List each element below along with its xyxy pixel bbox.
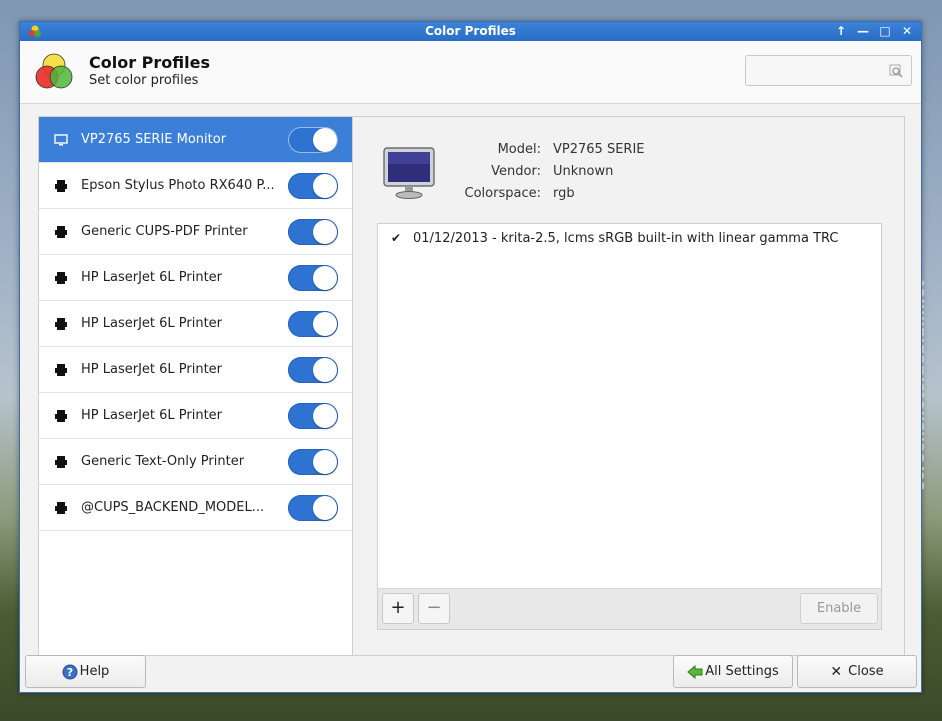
back-arrow-icon bbox=[687, 664, 703, 679]
monitor-device-icon bbox=[383, 147, 435, 199]
toggle-knob bbox=[313, 403, 337, 428]
device-toggle[interactable] bbox=[288, 494, 338, 521]
toggle-knob bbox=[313, 127, 337, 152]
window-title: Color Profiles bbox=[425, 24, 516, 38]
printer-icon bbox=[55, 225, 67, 238]
device-toggle[interactable] bbox=[288, 126, 338, 153]
toggle-knob bbox=[313, 219, 337, 244]
device-row[interactable]: HP LaserJet 6L Printer bbox=[39, 347, 352, 393]
printer-icon bbox=[55, 271, 67, 284]
help-label: Help bbox=[79, 664, 110, 679]
close-label: Close bbox=[848, 664, 884, 679]
printer-icon bbox=[55, 455, 67, 468]
device-label: Epson Stylus Photo RX640 P... bbox=[81, 178, 275, 193]
all-settings-button[interactable]: All Settings bbox=[673, 655, 793, 688]
toggle-knob bbox=[313, 173, 337, 198]
printer-icon bbox=[55, 363, 67, 376]
device-properties: Model: VP2765 SERIE Vendor: Unknown Colo… bbox=[448, 142, 645, 208]
printer-icon bbox=[55, 179, 67, 192]
main-content: VP2765 SERIE Monitor Epson Stylus Photo … bbox=[38, 116, 905, 656]
remove-profile-button[interactable]: − bbox=[418, 593, 450, 624]
all-settings-label: All Settings bbox=[705, 664, 779, 679]
device-detail-panel: Model: VP2765 SERIE Vendor: Unknown Colo… bbox=[353, 117, 904, 655]
device-row[interactable]: @CUPS_BACKEND_MODEL... bbox=[39, 485, 352, 531]
device-toggle[interactable] bbox=[288, 218, 338, 245]
toggle-knob bbox=[313, 449, 337, 474]
device-toggle[interactable] bbox=[288, 356, 338, 383]
check-icon: ✔ bbox=[391, 231, 402, 245]
device-label: HP LaserJet 6L Printer bbox=[81, 316, 223, 331]
vendor-value: Unknown bbox=[553, 164, 614, 179]
enable-button[interactable]: Enable bbox=[800, 593, 878, 624]
profile-label: 01/12/2013 - krita-2.5, lcms sRGB built-… bbox=[413, 230, 839, 246]
search-icon bbox=[889, 64, 903, 78]
device-toggle[interactable] bbox=[288, 172, 338, 199]
colorspace-label: Colorspace: bbox=[464, 186, 541, 201]
vendor-label: Vendor: bbox=[491, 164, 541, 179]
device-row[interactable]: Generic CUPS-PDF Printer bbox=[39, 209, 352, 255]
maximize-button[interactable]: □ bbox=[875, 23, 895, 40]
device-toggle[interactable] bbox=[288, 448, 338, 475]
toggle-knob bbox=[313, 495, 337, 520]
device-label: Generic CUPS-PDF Printer bbox=[81, 224, 248, 239]
title-bar[interactable]: Color Profiles ↑ — □ ✕ bbox=[20, 22, 921, 41]
device-row[interactable]: Generic Text-Only Printer bbox=[39, 439, 352, 485]
color-profiles-logo-icon bbox=[35, 53, 73, 89]
device-label: @CUPS_BACKEND_MODEL... bbox=[81, 500, 265, 515]
profile-row[interactable]: ✔ 01/12/2013 - krita-2.5, lcms sRGB buil… bbox=[378, 224, 881, 252]
header-subtitle: Set color profiles bbox=[89, 73, 199, 88]
device-row[interactable]: Epson Stylus Photo RX640 P... bbox=[39, 163, 352, 209]
device-toggle[interactable] bbox=[288, 402, 338, 429]
color-profiles-window: Color Profiles ↑ — □ ✕ Color Profiles Se… bbox=[19, 21, 922, 693]
close-button[interactable]: ✕ Close bbox=[797, 655, 917, 688]
header-title: Color Profiles bbox=[89, 53, 210, 72]
search-input[interactable] bbox=[752, 56, 886, 86]
device-row[interactable]: HP LaserJet 6L Printer bbox=[39, 301, 352, 347]
toggle-knob bbox=[313, 265, 337, 290]
shade-button[interactable]: ↑ bbox=[831, 23, 851, 40]
device-label: Generic Text-Only Printer bbox=[81, 454, 245, 469]
add-profile-button[interactable]: + bbox=[382, 593, 414, 624]
model-label: Model: bbox=[497, 142, 541, 157]
device-row[interactable]: HP LaserJet 6L Printer bbox=[39, 393, 352, 439]
model-value: VP2765 SERIE bbox=[553, 142, 645, 157]
device-list: VP2765 SERIE Monitor Epson Stylus Photo … bbox=[39, 117, 353, 655]
device-toggle[interactable] bbox=[288, 264, 338, 291]
profile-toolbar: + − Enable bbox=[378, 588, 881, 629]
device-label: VP2765 SERIE Monitor bbox=[81, 132, 227, 147]
help-icon: ? bbox=[62, 664, 78, 679]
search-box[interactable] bbox=[745, 55, 912, 86]
device-label: HP LaserJet 6L Printer bbox=[81, 270, 223, 285]
colorspace-value: rgb bbox=[553, 186, 575, 201]
device-row[interactable]: HP LaserJet 6L Printer bbox=[39, 255, 352, 301]
device-label: HP LaserJet 6L Printer bbox=[81, 408, 223, 423]
device-label: HP LaserJet 6L Printer bbox=[81, 362, 223, 377]
toggle-knob bbox=[313, 357, 337, 382]
device-row[interactable]: VP2765 SERIE Monitor bbox=[39, 117, 352, 163]
header: Color Profiles Set color profiles bbox=[20, 41, 921, 104]
close-icon: ✕ bbox=[830, 663, 843, 680]
toggle-knob bbox=[313, 311, 337, 336]
app-icon bbox=[29, 25, 41, 37]
printer-icon bbox=[55, 317, 67, 330]
help-button[interactable]: ? Help bbox=[25, 655, 146, 688]
monitor-icon bbox=[54, 133, 68, 145]
printer-icon bbox=[55, 409, 67, 422]
minimize-button[interactable]: — bbox=[853, 23, 873, 40]
profile-list: ✔ 01/12/2013 - krita-2.5, lcms sRGB buil… bbox=[377, 223, 882, 630]
device-toggle[interactable] bbox=[288, 310, 338, 337]
footer: ? Help All Settings ✕ Close bbox=[20, 655, 921, 693]
printer-icon bbox=[55, 501, 67, 514]
svg-text:?: ? bbox=[66, 666, 72, 679]
close-window-button[interactable]: ✕ bbox=[897, 23, 917, 40]
